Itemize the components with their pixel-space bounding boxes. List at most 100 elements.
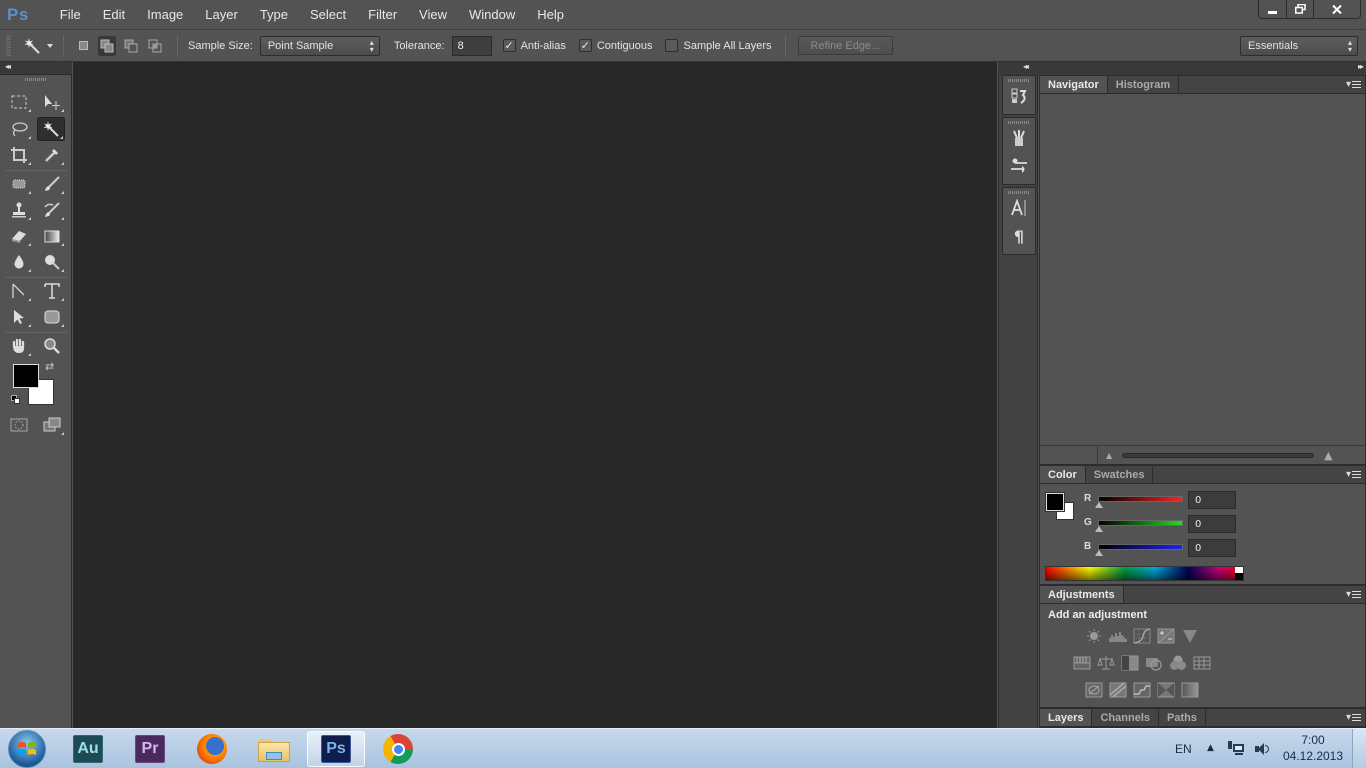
contiguous-checkbox[interactable]: ✓	[578, 39, 592, 52]
new-selection-button[interactable]	[74, 36, 92, 56]
workspace-switcher[interactable]: Essentials ▴ ▾	[1240, 35, 1358, 56]
panel-menu-button[interactable]: ▾	[1346, 79, 1361, 90]
taskbar-photoshop[interactable]: Ps	[307, 731, 365, 767]
foreground-color-swatch[interactable]	[1046, 493, 1064, 511]
system-clock[interactable]: 7:00 04.12.2013	[1278, 732, 1348, 764]
menu-file[interactable]: File	[49, 7, 92, 22]
lasso-tool[interactable]	[5, 117, 33, 141]
sample-all-layers-option[interactable]: Sample All Layers	[665, 39, 772, 52]
foreground-color-swatch[interactable]	[13, 364, 39, 388]
menu-help[interactable]: Help	[526, 7, 575, 22]
tab-swatches[interactable]: Swatches	[1086, 466, 1154, 483]
subtract-from-selection-button[interactable]	[122, 36, 140, 56]
anti-alias-checkbox[interactable]: ✓	[502, 39, 516, 52]
menu-layer[interactable]: Layer	[194, 7, 249, 22]
tab-color[interactable]: Color	[1040, 466, 1086, 483]
crop-tool[interactable]	[5, 143, 33, 167]
menu-view[interactable]: View	[408, 7, 458, 22]
start-button[interactable]	[8, 730, 46, 768]
document-canvas-area[interactable]	[73, 62, 997, 728]
threshold-button[interactable]	[1133, 682, 1151, 698]
history-panel-button[interactable]	[1003, 82, 1035, 110]
zoom-tool[interactable]	[38, 334, 66, 358]
slider-thumb[interactable]	[1095, 549, 1103, 556]
green-value-input[interactable]: 0	[1188, 515, 1236, 533]
restore-button[interactable]	[1286, 0, 1313, 18]
add-to-selection-button[interactable]	[98, 35, 116, 56]
panel-menu-button[interactable]: ▾	[1346, 469, 1361, 480]
zoom-in-icon[interactable]: ▲	[1324, 449, 1332, 462]
menu-type[interactable]: Type	[249, 7, 299, 22]
rectangle-tool[interactable]	[38, 305, 66, 329]
eyedropper-tool[interactable]	[38, 143, 66, 167]
tab-navigator[interactable]: Navigator	[1040, 76, 1108, 93]
photo-filter-button[interactable]	[1145, 655, 1163, 671]
intersect-selection-button[interactable]	[146, 36, 164, 56]
menu-edit[interactable]: Edit	[92, 7, 136, 22]
channel-mixer-button[interactable]	[1169, 655, 1187, 671]
show-desktop-button[interactable]	[1352, 729, 1366, 768]
menu-window[interactable]: Window	[458, 7, 526, 22]
hand-tool[interactable]	[5, 334, 33, 358]
swap-colors-icon[interactable]: ⇄	[45, 360, 54, 373]
network-icon[interactable]	[1228, 741, 1244, 757]
language-indicator[interactable]: EN	[1175, 729, 1192, 768]
sample-size-select[interactable]: Point Sample ▴ ▾	[259, 35, 380, 56]
selective-color-button[interactable]	[1157, 682, 1175, 698]
brush-tool[interactable]	[38, 172, 66, 196]
move-tool[interactable]	[38, 90, 66, 114]
history-brush-tool[interactable]	[38, 198, 66, 222]
posterize-button[interactable]	[1109, 682, 1127, 698]
menu-filter[interactable]: Filter	[357, 7, 408, 22]
black-white-button[interactable]	[1121, 655, 1139, 671]
tab-paths[interactable]: Paths	[1159, 709, 1206, 726]
default-colors-icon[interactable]	[11, 395, 21, 405]
taskbar-chrome[interactable]	[369, 731, 427, 767]
levels-button[interactable]	[1109, 628, 1127, 644]
zoom-out-icon[interactable]: ▲	[1106, 451, 1112, 460]
type-tool[interactable]	[38, 279, 66, 303]
gradient-tool[interactable]	[38, 224, 66, 248]
tolerance-input[interactable]: 8	[451, 35, 492, 56]
panel-menu-button[interactable]: ▾	[1346, 589, 1361, 600]
minimize-button[interactable]	[1259, 0, 1286, 18]
blur-tool[interactable]	[5, 250, 33, 274]
expand-panels-icon[interactable]: ▸▸	[1358, 62, 1364, 71]
sample-all-layers-checkbox[interactable]	[665, 39, 679, 52]
brightness-contrast-button[interactable]	[1085, 628, 1103, 644]
anti-alias-option[interactable]: ✓ Anti-alias	[502, 39, 566, 52]
tab-channels[interactable]: Channels	[1092, 709, 1159, 726]
exposure-button[interactable]	[1157, 628, 1175, 644]
character-panel-button[interactable]	[1003, 194, 1035, 222]
panel-menu-button[interactable]: ▾	[1346, 712, 1361, 723]
color-balance-button[interactable]	[1097, 655, 1115, 671]
taskbar-audition[interactable]: Au	[59, 731, 117, 767]
menu-select[interactable]: Select	[299, 7, 357, 22]
refine-edge-button[interactable]: Refine Edge...	[797, 36, 894, 55]
eraser-tool[interactable]	[5, 224, 33, 248]
slider-thumb[interactable]	[1095, 501, 1103, 508]
toolbox-grip[interactable]	[24, 78, 47, 81]
spot-healing-tool[interactable]	[5, 172, 33, 196]
color-lookup-button[interactable]	[1193, 655, 1211, 671]
brush-presets-panel-button[interactable]	[1003, 152, 1035, 180]
volume-icon[interactable]	[1254, 741, 1270, 757]
paragraph-panel-button[interactable]: ¶	[1003, 222, 1035, 250]
navigator-zoom-field[interactable]	[1040, 446, 1098, 464]
invert-button[interactable]	[1085, 682, 1103, 698]
collapse-toolbox-icon[interactable]: ◂◂	[5, 62, 11, 71]
tab-adjustments[interactable]: Adjustments	[1040, 586, 1124, 603]
taskbar-firefox[interactable]	[183, 731, 241, 767]
close-button[interactable]	[1313, 0, 1360, 18]
rectangular-marquee-tool[interactable]	[5, 90, 33, 114]
collapse-dock-icon[interactable]: ◂◂	[1023, 62, 1029, 71]
taskbar-windows-explorer[interactable]	[245, 731, 303, 767]
show-hidden-icons-icon[interactable]: ▲	[1207, 743, 1214, 753]
red-value-input[interactable]: 0	[1188, 491, 1236, 509]
quick-mask-button[interactable]	[5, 413, 33, 437]
slider-thumb[interactable]	[1095, 525, 1103, 532]
pen-tool[interactable]	[5, 279, 33, 303]
curves-button[interactable]	[1133, 628, 1151, 644]
contiguous-option[interactable]: ✓ Contiguous	[578, 39, 652, 52]
options-bar-grip[interactable]	[6, 34, 11, 57]
